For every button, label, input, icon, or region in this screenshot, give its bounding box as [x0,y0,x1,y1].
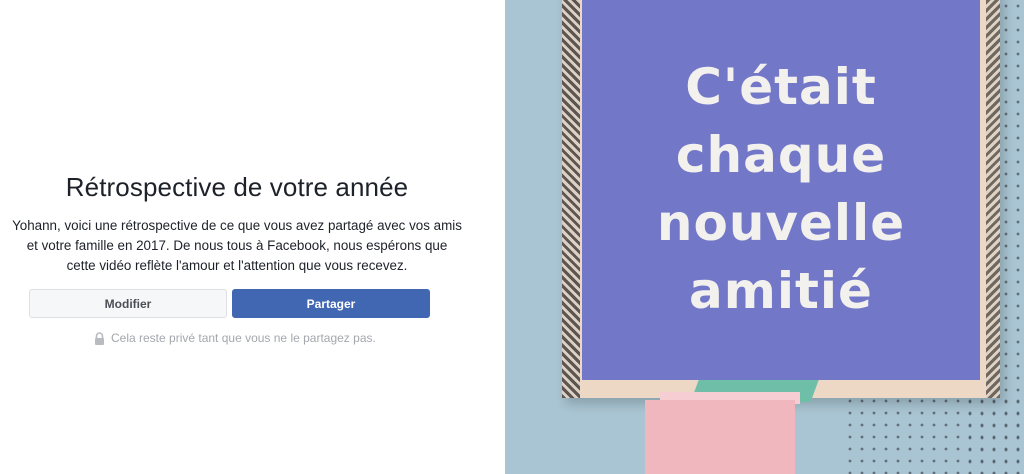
dotted-wall-bottom [844,395,1024,474]
message-card: C'était chaque nouvelle amitié [582,0,980,380]
recap-title: Rétrospective de votre année [65,172,409,202]
card-line: C'était [685,58,877,116]
privacy-text: Cela reste privé tant que vous ne le par… [111,331,376,345]
lock-icon [94,331,105,345]
recap-content: Rétrospective de votre année Yohann, voi… [0,172,470,276]
recap-description: Yohann, voici une rétrospective de ce qu… [12,218,462,273]
modify-button[interactable]: Modifier [29,289,227,318]
action-buttons: Modifier Partager [29,289,430,318]
card-line: nouvelle [656,194,906,252]
year-in-review-page: Rétrospective de votre année Yohann, voi… [0,0,1024,474]
frame-pattern-left [562,0,580,398]
card-line: chaque [675,126,887,184]
share-button[interactable]: Partager [232,289,430,318]
card-line: amitié [689,262,873,320]
privacy-note: Cela reste privé tant que vous ne le par… [94,331,376,345]
pink-block [645,400,795,474]
recap-panel: Rétrospective de votre année Yohann, voi… [0,0,505,474]
frame-pattern-right [986,0,1000,398]
video-preview[interactable]: C'était chaque nouvelle amitié [505,0,1024,474]
